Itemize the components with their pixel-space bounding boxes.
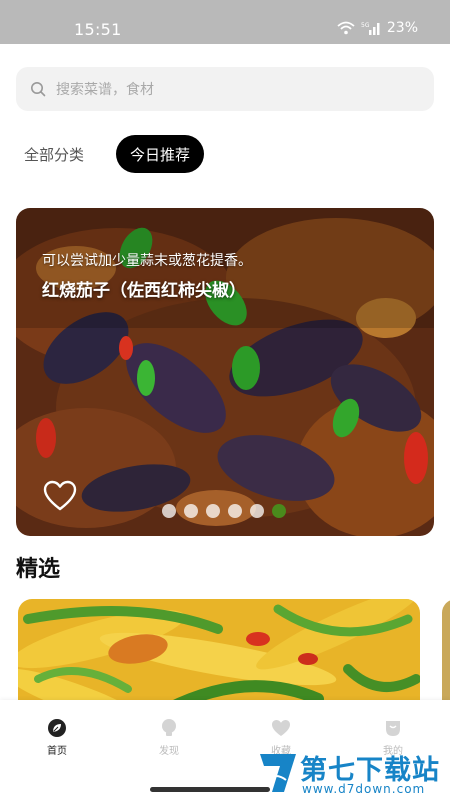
tab-all-categories[interactable]: 全部分类	[16, 135, 92, 173]
section-title: 精选	[16, 557, 61, 582]
status-indicators: 5G 23%	[337, 20, 418, 36]
carousel-dot[interactable]	[250, 504, 264, 518]
status-bar: 15:51 5G 23%	[0, 0, 450, 44]
favorite-heart-icon[interactable]	[42, 478, 78, 514]
tab-today-recommend[interactable]: 今日推荐	[116, 135, 204, 173]
watermark: 第七下载站 www.d7down.com	[256, 748, 450, 800]
carousel-dot-active[interactable]	[272, 504, 286, 518]
bulb-icon	[162, 719, 176, 736]
heart-icon	[272, 720, 290, 736]
carousel-dot[interactable]	[228, 504, 242, 518]
battery-level: 23%	[386, 20, 418, 36]
nav-label-discover: 发现	[159, 746, 179, 757]
search-input[interactable]: 搜索菜谱，食材	[16, 67, 434, 111]
profile-icon	[386, 721, 400, 736]
banner-title: 红烧茄子（佐西红柿尖椒）	[42, 281, 246, 301]
recommend-banner[interactable]: 可以尝试加少量蒜末或葱花提香。 红烧茄子（佐西红柿尖椒）	[16, 208, 434, 536]
nav-item-home[interactable]: 首页	[27, 718, 87, 757]
wifi-icon	[337, 21, 355, 35]
home-leaf-icon	[48, 719, 66, 737]
nav-item-discover[interactable]: 发现	[139, 718, 199, 757]
search-icon	[31, 82, 46, 97]
search-placeholder: 搜索菜谱，食材	[56, 82, 154, 98]
carousel-dot[interactable]	[206, 504, 220, 518]
signal-icon: 5G	[361, 22, 380, 35]
svg-text:5G: 5G	[361, 22, 370, 29]
watermark-url: www.d7down.com	[302, 782, 426, 796]
category-tabs: 全部分类 今日推荐	[16, 135, 204, 173]
carousel-dot[interactable]	[162, 504, 176, 518]
banner-subtitle: 可以尝试加少量蒜末或葱花提香。	[42, 253, 252, 269]
carousel-indicator[interactable]	[162, 504, 286, 518]
status-time: 15:51	[74, 20, 122, 39]
carousel-dot[interactable]	[184, 504, 198, 518]
watermark-logo-icon	[260, 754, 296, 792]
nav-label-home: 首页	[47, 746, 67, 757]
home-indicator[interactable]	[150, 787, 270, 792]
